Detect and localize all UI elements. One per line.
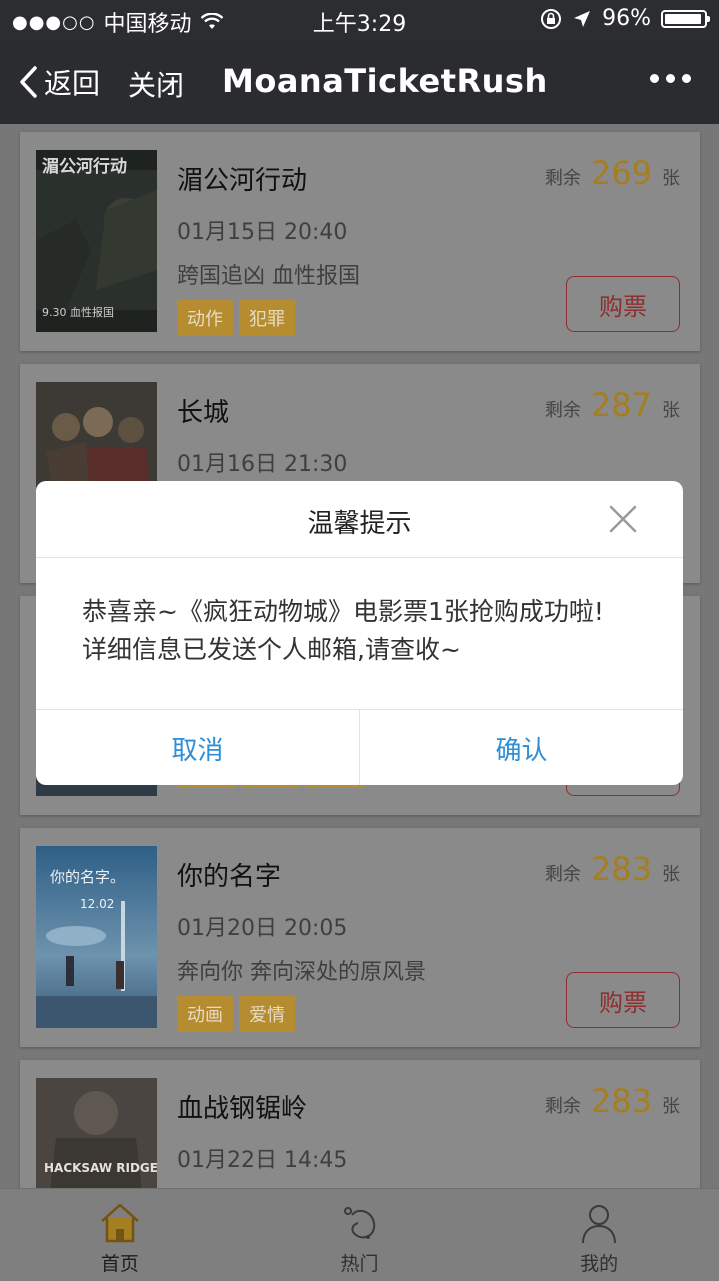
more-menu-button[interactable] [650, 74, 691, 83]
poster-image: 湄公河行动 9.30 血性报国 [36, 150, 157, 332]
remaining-tickets: 剩余 283 张 [545, 850, 680, 888]
movie-showtime: 01月22日 14:45 [177, 1148, 348, 1173]
buy-ticket-button[interactable]: 购票 [566, 972, 680, 1028]
remaining-count: 283 [590, 850, 652, 888]
remaining-count: 283 [590, 1082, 652, 1120]
back-button[interactable]: 返回 [18, 62, 100, 102]
movie-title: 血战钢锯岭 [177, 1094, 308, 1124]
tab-bar: 首页 热门 我的 [0, 1188, 719, 1281]
genre-tag: 犯罪 [239, 300, 295, 336]
poster-image: 你的名字。 12.02 [36, 846, 157, 1028]
dialog-header: 温馨提示 [36, 481, 683, 558]
remaining-label: 剩余 [544, 864, 581, 885]
tab-label: 我的 [580, 1253, 619, 1275]
tab-label: 热门 [340, 1253, 379, 1275]
page-title: MoanaTicketRush [222, 62, 548, 100]
hot-icon [343, 1207, 375, 1239]
movie-title: 长城 [177, 398, 230, 428]
remaining-unit: 张 [662, 1096, 680, 1117]
nav-bar: 返回 关闭 MoanaTicketRush [0, 40, 719, 124]
location-arrow-icon [574, 10, 591, 27]
movie-title: 你的名字 [177, 862, 282, 892]
remaining-tickets: 剩余 283 张 [545, 1082, 680, 1120]
dialog-buttons: 取消 确认 [36, 709, 683, 785]
poster-title-text: HACKSAW RIDGE [44, 1161, 157, 1175]
back-label: 返回 [44, 67, 101, 100]
status-bar: ●●●○○ 中国移动 上午3:29 96% [0, 0, 719, 40]
remaining-unit: 张 [662, 864, 680, 885]
remaining-unit: 张 [662, 400, 680, 421]
remaining-tickets: 剩余 269 张 [545, 154, 680, 192]
close-button[interactable]: 关闭 [128, 64, 184, 104]
genre-tag: 动画 [177, 996, 233, 1032]
remaining-tickets: 剩余 287 张 [545, 386, 680, 424]
movie-slogan: 奔向你 奔向深处的原风景 [177, 960, 426, 985]
tab-hot[interactable]: 热门 [240, 1189, 480, 1281]
movie-slogan: 跨国追凶 血性报国 [177, 264, 360, 289]
movie-showtime: 01月20日 20:05 [177, 916, 348, 941]
movie-title: 湄公河行动 [177, 166, 308, 196]
status-right: 96% [540, 6, 710, 31]
dialog-message: 恭喜亲~《疯狂动物城》电影票1张抢购成功啦! 详细信息已发送个人邮箱,请查收~ [82, 593, 643, 669]
movie-card[interactable]: 你的名字。 12.02 你的名字 01月20日 20:05 奔向你 奔向深处的原… [20, 828, 700, 1047]
confirm-button[interactable]: 确认 [359, 710, 683, 785]
profile-icon [582, 1205, 617, 1244]
remaining-unit: 张 [662, 168, 680, 189]
poster-subtitle-text: 9.30 血性报国 [42, 305, 114, 319]
remaining-label: 剩余 [544, 400, 581, 421]
movie-card[interactable]: HACKSAW RIDGE 血战钢锯岭 01月22日 14:45 剩余 283 … [20, 1060, 700, 1188]
movie-poster[interactable]: 湄公河行动 9.30 血性报国 [36, 150, 157, 332]
genre-tags: 动画 爱情 [177, 996, 295, 1032]
close-icon[interactable] [607, 503, 639, 535]
dialog-message-line: 恭喜亲~《疯狂动物城》电影票1张抢购成功啦! [82, 597, 604, 626]
more-dot-icon [666, 74, 675, 83]
remaining-label: 剩余 [544, 1096, 581, 1117]
more-dot-icon [682, 74, 691, 83]
battery-percent: 96% [602, 6, 651, 31]
movie-showtime: 01月16日 21:30 [177, 452, 348, 477]
remaining-label: 剩余 [544, 168, 581, 189]
genre-tag: 动作 [177, 300, 233, 336]
movie-card[interactable]: 湄公河行动 9.30 血性报国 湄公河行动 01月15日 20:40 跨国追凶 … [20, 132, 700, 351]
battery-icon [661, 9, 710, 28]
cancel-button[interactable]: 取消 [36, 710, 359, 785]
movie-poster[interactable]: HACKSAW RIDGE [36, 1078, 157, 1188]
remaining-count: 287 [590, 386, 652, 424]
battery-fill [665, 13, 702, 24]
poster-subtitle-text: 12.02 [80, 897, 114, 911]
tab-profile[interactable]: 我的 [479, 1189, 719, 1281]
chevron-left-icon [20, 66, 37, 98]
more-dot-icon [650, 74, 659, 83]
genre-tags: 动作 犯罪 [177, 300, 295, 336]
notice-dialog: 温馨提示 恭喜亲~《疯狂动物城》电影票1张抢购成功啦! 详细信息已发送个人邮箱,… [36, 481, 683, 785]
home-icon [100, 1203, 139, 1243]
dialog-message-line: 详细信息已发送个人邮箱,请查收~ [82, 635, 461, 664]
genre-tag: 爱情 [239, 996, 295, 1032]
tab-label: 首页 [100, 1253, 139, 1275]
dialog-title: 温馨提示 [307, 509, 412, 539]
tab-home[interactable]: 首页 [0, 1189, 240, 1281]
poster-image: HACKSAW RIDGE [36, 1078, 157, 1188]
rotation-lock-icon [541, 8, 562, 29]
movie-poster[interactable]: 你的名字。 12.02 [36, 846, 157, 1028]
buy-ticket-button[interactable]: 购票 [566, 276, 680, 332]
movie-showtime: 01月15日 20:40 [177, 220, 348, 245]
poster-title-text: 湄公河行动 [42, 156, 127, 177]
remaining-count: 269 [590, 154, 652, 192]
poster-title-text: 你的名字。 [50, 868, 125, 886]
